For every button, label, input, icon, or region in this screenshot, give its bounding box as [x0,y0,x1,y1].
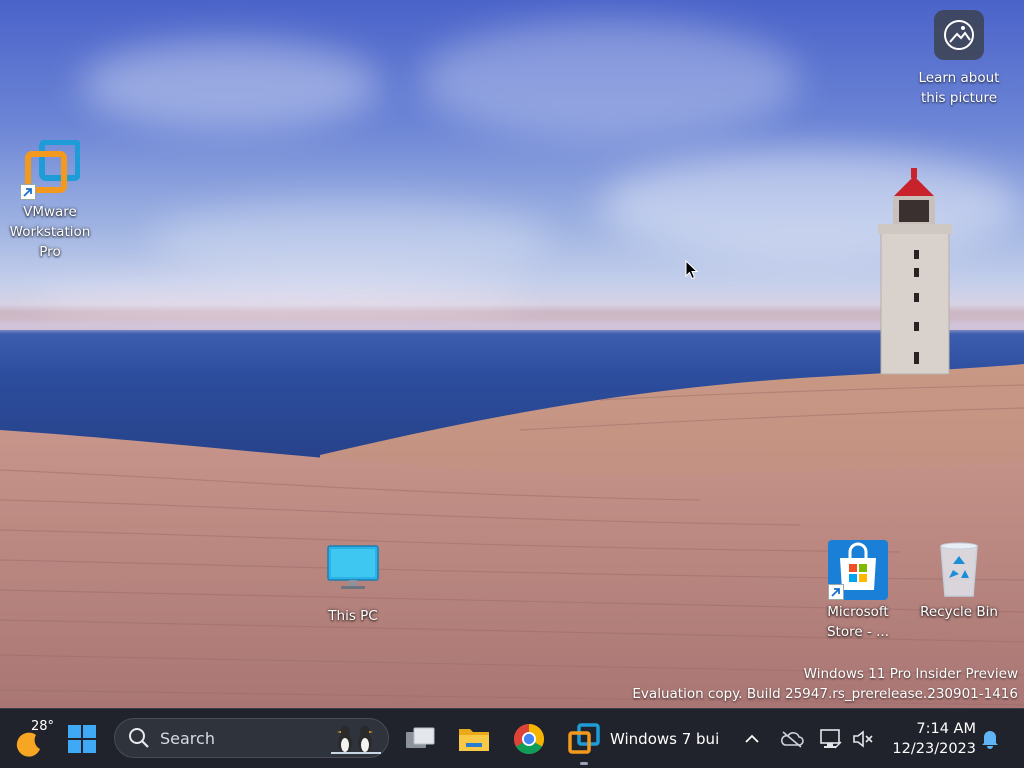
folder-icon [459,729,489,751]
evaluation-watermark: Windows 11 Pro Insider Preview Evaluatio… [632,664,1018,704]
camera-info-icon [934,10,984,60]
bell-icon [982,731,998,749]
desktop-icon-label: Microsoft Store - ... [826,604,889,640]
chrome-button[interactable] [507,709,551,769]
network-icon [820,729,842,749]
search-placeholder: Search [160,729,215,748]
desktop-icon-recycle-bin[interactable]: Recycle Bin [913,540,1005,622]
shortcut-arrow-icon [20,184,36,200]
penguins-search-highlight-icon [331,726,381,754]
recycle-bin-icon [929,540,989,600]
desktop-icon-label: VMware Workstation Pro [9,204,91,260]
onedrive-button[interactable] [776,709,808,769]
task-view-icon [406,727,435,748]
vmware-icon [20,139,81,200]
task-view-button[interactable] [398,709,442,769]
mouse-cursor-icon [685,259,699,284]
system-clock[interactable]: 7:14 AM 12/23/2023 [884,719,976,759]
notification-center-button[interactable] [976,709,1004,769]
show-hidden-icons-button[interactable] [738,709,766,769]
start-button[interactable] [60,709,104,769]
volume-button[interactable] [848,709,878,769]
desktop-icon-vmware-workstation[interactable]: VMware Workstation Pro [4,139,96,262]
monitor-icon [323,544,383,604]
clock-date: 12/23/2023 [892,741,976,757]
lighthouse [878,168,952,375]
taskbar-search-box[interactable]: Search [114,718,389,758]
network-button[interactable] [816,709,846,769]
shortcut-arrow-icon [828,584,844,600]
weather-widget[interactable]: 28° [4,709,64,769]
chrome-icon [513,724,545,755]
weather-temp: 28° [31,719,55,734]
volume-muted-icon [853,730,873,748]
microsoft-store-icon [828,540,888,600]
vmware-taskbar-button[interactable]: Windows 7 build [562,709,722,769]
vmware-icon [568,723,600,754]
desktop-icon-label: Recycle Bin [920,604,998,620]
vmware-window-title: Windows 7 build [610,730,720,748]
desktop-icon-this-pc[interactable]: This PC [307,544,399,626]
windows-start-icon [68,725,96,753]
file-explorer-button[interactable] [452,709,496,769]
onedrive-offline-icon [781,731,804,748]
desktop-icon-label: This PC [328,608,378,624]
running-indicator [580,762,588,765]
search-icon [129,728,149,748]
learn-about-picture[interactable]: Learn about this picture [914,10,1004,108]
watermark-line-1: Windows 11 Pro Insider Preview [803,666,1018,682]
desktop-icon-microsoft-store[interactable]: Microsoft Store - ... [812,540,904,642]
watermark-line-2: Evaluation copy. Build 25947.rs_prerelea… [632,686,1018,702]
taskbar: 28° Search Windows 7 bui 7:14 AM 12/23/2… [0,708,1024,768]
chevron-up-icon [745,734,759,743]
clock-time: 7:14 AM [916,721,976,737]
learn-about-picture-label: Learn about this picture [918,70,1000,106]
